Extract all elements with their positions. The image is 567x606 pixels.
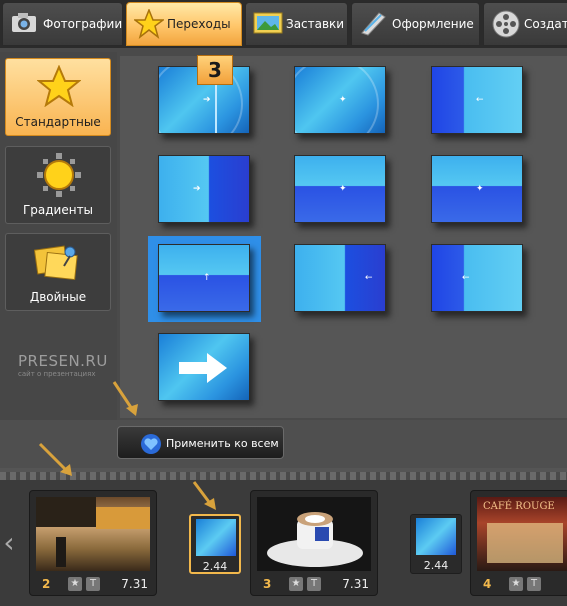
transition-thumb[interactable]: ← (431, 66, 523, 134)
tab-transitions-label: Переходы (167, 17, 231, 31)
timeline-slide[interactable]: 3 ★ T 7.31 (250, 490, 378, 596)
transition-thumb[interactable]: ✦ (431, 155, 523, 223)
slide-duration: 7.31 (342, 577, 369, 591)
film-reel-icon (492, 10, 520, 38)
tab-create[interactable]: Создат (483, 2, 567, 46)
slide-number: 2 (42, 577, 51, 591)
heart-icon (141, 434, 161, 454)
transition-thumb[interactable]: ← (294, 244, 386, 312)
annotation-arrow-icon (112, 381, 138, 416)
star-icon[interactable]: ★ (68, 577, 82, 591)
watermark-title: PRESEN.RU (18, 352, 108, 370)
tab-photos-label: Фотографии (43, 17, 123, 31)
double-pin-icon (34, 245, 78, 281)
transition-preview (416, 518, 456, 555)
category-standard-label: Стандартные (15, 115, 101, 129)
annotation-arrow-icon (38, 442, 72, 476)
slide-number: 3 (263, 577, 272, 591)
arrow-right-icon (179, 353, 227, 383)
camera-icon (12, 13, 36, 32)
category-gradients[interactable]: Градиенты (5, 146, 111, 224)
star-icon[interactable]: ★ (289, 577, 303, 591)
slide-duration: 7.31 (121, 577, 148, 591)
tab-transitions[interactable]: Переходы (126, 2, 242, 46)
transition-thumb[interactable]: ✦ (294, 66, 386, 134)
star-icon[interactable]: ★ (509, 577, 523, 591)
watermark-subtitle: сайт о презентациях (18, 370, 96, 378)
apply-to-all-label: Применить ко всем (166, 437, 279, 450)
transition-thumb-selected[interactable]: ↑ (158, 244, 250, 312)
slide-photo (257, 497, 371, 571)
tab-bar: Фотографии Переходы Заставки Оформление … (0, 0, 567, 48)
transition-duration: 2.44 (202, 560, 228, 573)
text-icon[interactable]: T (527, 577, 541, 591)
slide-photo (36, 497, 150, 571)
tab-screensavers[interactable]: Заставки (245, 2, 348, 46)
tab-design-label: Оформление (392, 17, 474, 31)
gradient-sun-icon (37, 153, 81, 197)
transition-thumb[interactable]: ➔ (158, 155, 250, 223)
transition-duration: 2.44 (423, 559, 449, 572)
text-icon[interactable]: T (86, 577, 100, 591)
transition-thumb[interactable]: ← (431, 244, 523, 312)
text-icon[interactable]: T (307, 577, 321, 591)
transition-thumb[interactable]: ✦ (294, 155, 386, 223)
category-double[interactable]: Двойные (5, 233, 111, 311)
transition-preview (196, 519, 236, 556)
tab-photos[interactable]: Фотографии (2, 2, 123, 46)
brush-icon (361, 12, 386, 36)
tab-create-label: Создат (524, 17, 567, 31)
timeline-transition[interactable]: 2.44 (410, 514, 462, 574)
star-icon (37, 65, 81, 107)
category-gradients-label: Градиенты (22, 203, 94, 217)
timeline-slide[interactable]: 2 ★ T 7.31 (29, 490, 157, 596)
timeline-slide[interactable]: CAFÉ ROUGE 4 ★ T (470, 490, 567, 596)
apply-to-all-button[interactable]: Применить ко всем (117, 426, 284, 459)
category-double-label: Двойные (29, 290, 87, 304)
category-standard[interactable]: Стандартные (5, 58, 111, 136)
category-sidebar: Стандартные Градиенты Двойные PRESEN.RU … (0, 52, 117, 420)
landscape-icon (253, 12, 283, 34)
film-perforation (0, 472, 567, 480)
cafe-sign: CAFÉ ROUGE (483, 501, 555, 512)
coffee-cup-photo (267, 512, 363, 567)
step-number-badge: 3 (197, 55, 233, 85)
annotation-arrow-icon (192, 481, 216, 510)
star-icon (134, 9, 164, 39)
timeline-transition-selected[interactable]: 2.44 (189, 514, 241, 574)
tab-screensavers-label: Заставки (286, 17, 345, 31)
slide-number: 4 (483, 577, 492, 591)
slide-photo: CAFÉ ROUGE (477, 497, 567, 571)
transition-thumb[interactable] (158, 333, 250, 401)
tab-design[interactable]: Оформление (351, 2, 480, 46)
chevron-left-icon[interactable]: ‹ (0, 480, 18, 606)
